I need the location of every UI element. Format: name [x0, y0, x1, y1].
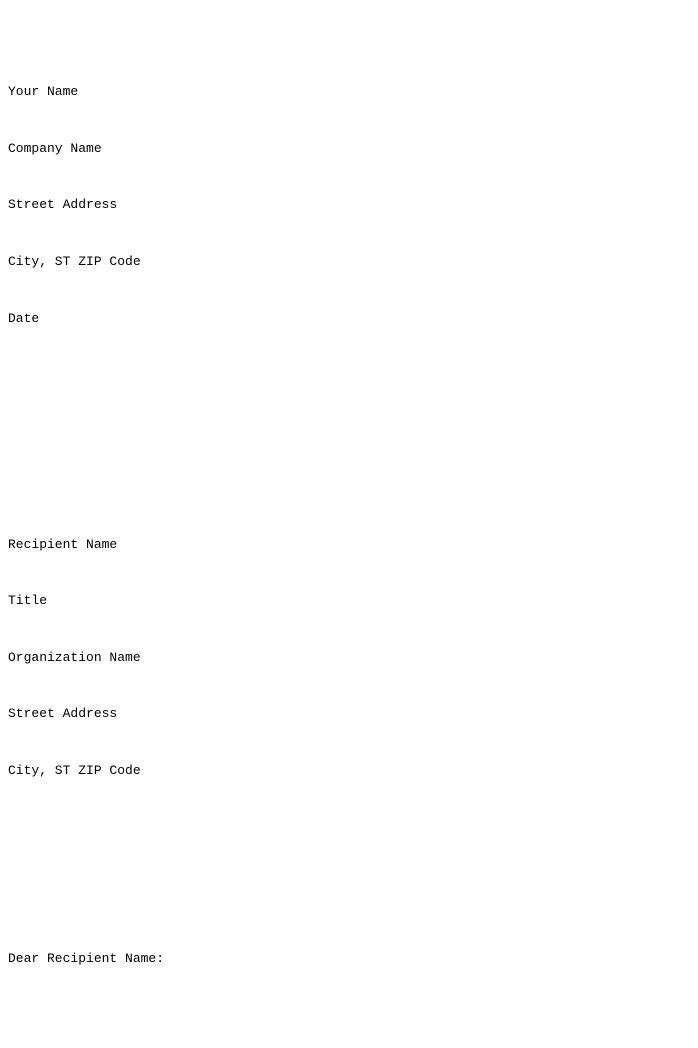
sender-company: Company Name	[8, 140, 690, 159]
recipient-org: Organization Name	[8, 649, 690, 668]
sender-date: Date	[8, 310, 690, 329]
sender-city: City, ST ZIP Code	[8, 253, 690, 272]
sender-street: Street Address	[8, 196, 690, 215]
salutation: Dear Recipient Name:	[8, 950, 690, 969]
recipient-city: City, ST ZIP Code	[8, 762, 690, 781]
recipient-title: Title	[8, 592, 690, 611]
recipient-name: Recipient Name	[8, 536, 690, 555]
sender-name: Your Name	[8, 83, 690, 102]
recipient-street: Street Address	[8, 705, 690, 724]
